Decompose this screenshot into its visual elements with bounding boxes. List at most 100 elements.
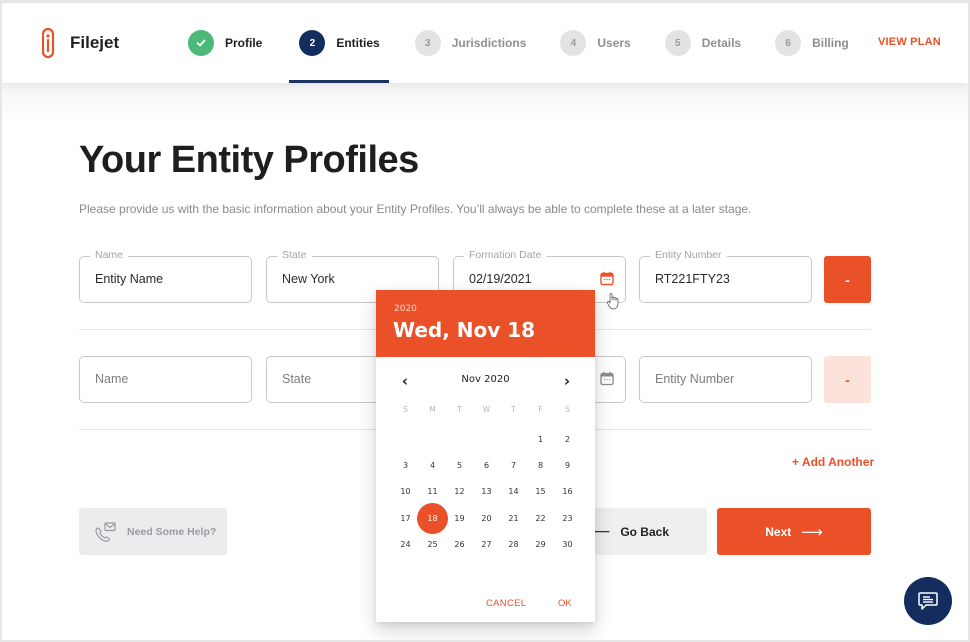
day-number: 28 xyxy=(508,539,519,549)
ok-button[interactable]: OK xyxy=(558,598,572,609)
day-number: 26 xyxy=(454,539,465,549)
calendar-day[interactable]: 13 xyxy=(473,479,500,505)
day-number: 15 xyxy=(535,487,546,497)
hand-cursor-icon xyxy=(606,293,619,310)
calendar-week: 17 18 19 20 21 22 23 xyxy=(392,502,581,535)
check-icon xyxy=(188,30,214,56)
entity-2-entity-number-field[interactable]: Entity Number xyxy=(639,356,812,403)
calendar-day[interactable]: 14 xyxy=(500,479,527,505)
day-number: 24 xyxy=(400,539,411,549)
calendar-empty-cell xyxy=(500,426,527,452)
day-number: 23 xyxy=(562,513,573,523)
calendar-icon[interactable] xyxy=(600,271,614,286)
calendar-day[interactable]: 17 xyxy=(392,505,419,531)
arrow-right-icon: ⟶ xyxy=(801,523,823,541)
step-label: Details xyxy=(701,36,742,50)
calendar-day[interactable]: 10 xyxy=(392,479,419,505)
day-number: 9 xyxy=(564,460,571,470)
calendar-day[interactable]: 1 xyxy=(527,426,554,452)
page-title: Your Entity Profiles xyxy=(79,139,419,181)
calendar-day[interactable]: 7 xyxy=(500,452,527,478)
calendar-day[interactable]: 23 xyxy=(554,505,581,531)
calendar-day[interactable]: 30 xyxy=(554,531,581,557)
calendar-day[interactable]: 22 xyxy=(527,505,554,531)
header-shadow xyxy=(2,83,968,123)
next-button[interactable]: Next ⟶ xyxy=(717,508,871,555)
calendar-day[interactable]: 5 xyxy=(446,452,473,478)
calendar-day[interactable]: 28 xyxy=(500,531,527,557)
step-number: 3 xyxy=(414,30,441,56)
cancel-button[interactable]: CANCEL xyxy=(486,598,526,609)
calendar-empty-cell xyxy=(392,426,419,452)
day-number: 10 xyxy=(400,487,411,497)
field-placeholder: Entity Number xyxy=(655,372,735,386)
remove-entity-1-button[interactable]: - xyxy=(824,256,871,303)
day-number: 18 xyxy=(427,513,438,523)
chat-button[interactable] xyxy=(904,577,952,625)
weekday-label: W xyxy=(482,405,491,414)
calendar-day[interactable]: 9 xyxy=(554,452,581,478)
step-details[interactable]: 5 Details xyxy=(664,28,742,58)
calendar-day[interactable]: 19 xyxy=(446,505,473,531)
need-help-label: Need Some Help? xyxy=(127,525,217,538)
date-picker-header: 2020 Wed, Nov 18 xyxy=(376,290,595,357)
date-picker: 2020 Wed, Nov 18 ‹ Nov 2020 › SMTWTFS 12… xyxy=(376,290,595,622)
field-label: State xyxy=(277,249,312,261)
step-label: Users xyxy=(597,36,631,50)
step-entities[interactable]: 2 Entities xyxy=(299,28,380,58)
calendar-empty-cell xyxy=(473,426,500,452)
entity-1-name-field[interactable]: Name Entity Name xyxy=(79,249,252,303)
weekday-label: S xyxy=(565,405,570,414)
calendar-day[interactable]: 12 xyxy=(446,479,473,505)
calendar-day[interactable]: 27 xyxy=(473,531,500,557)
step-number: 5 xyxy=(664,30,691,56)
calendar-day[interactable]: 15 xyxy=(527,479,554,505)
add-another-link[interactable]: + Add Another xyxy=(792,455,874,469)
calendar-empty-cell xyxy=(419,426,446,452)
entity-2-name-field[interactable]: Name xyxy=(79,356,252,403)
phone-mail-icon xyxy=(95,521,116,542)
view-plan-link[interactable]: VIEW PLAN xyxy=(878,36,941,48)
calendar-day-selected[interactable]: 18 xyxy=(417,502,448,535)
calendar-week: 3 4 5 6 7 8 9 xyxy=(392,452,581,478)
calendar-day[interactable]: 6 xyxy=(473,452,500,478)
day-number: 19 xyxy=(454,513,465,523)
day-number: 20 xyxy=(481,513,492,523)
day-number: 11 xyxy=(427,487,438,497)
calendar-day[interactable]: 16 xyxy=(554,479,581,505)
step-billing[interactable]: 6 Billing xyxy=(775,28,849,58)
weekday-label: M xyxy=(429,405,436,414)
calendar-day[interactable]: 26 xyxy=(446,531,473,557)
remove-entity-2-button[interactable]: - xyxy=(824,356,871,403)
calendar-day[interactable]: 4 xyxy=(419,452,446,478)
app-window: Filejet Profile 2 Entities 3 Jurisdictio… xyxy=(2,3,968,640)
date-picker-year[interactable]: 2020 xyxy=(394,304,417,314)
step-profile[interactable]: Profile xyxy=(188,28,262,58)
step-jurisdictions[interactable]: 3 Jurisdictions xyxy=(414,28,526,58)
chevron-right-icon[interactable]: › xyxy=(558,372,576,390)
weekday-headers: SMTWTFS xyxy=(392,405,581,414)
weekday-label: T xyxy=(511,405,516,414)
calendar-day[interactable]: 2 xyxy=(554,426,581,452)
top-navigation: Filejet Profile 2 Entities 3 Jurisdictio… xyxy=(2,3,968,83)
day-number: 7 xyxy=(510,460,517,470)
calendar-day[interactable]: 20 xyxy=(473,505,500,531)
calendar-day[interactable]: 24 xyxy=(392,531,419,557)
month-navigation: ‹ Nov 2020 › xyxy=(376,372,595,390)
calendar-days: 1 2 3 4 5 6 7 8 9 10 11 12 13 14 15 16 17 18 19 20 21 22 23 24 2… xyxy=(392,426,581,557)
step-number: 2 xyxy=(299,30,326,56)
need-help-button[interactable]: Need Some Help? xyxy=(79,508,227,555)
logo[interactable]: Filejet xyxy=(38,26,119,60)
calendar-day[interactable]: 8 xyxy=(527,452,554,478)
calendar-day[interactable]: 3 xyxy=(392,452,419,478)
calendar-day[interactable]: 11 xyxy=(419,479,446,505)
calendar-day[interactable]: 29 xyxy=(527,531,554,557)
step-users[interactable]: 4 Users xyxy=(560,28,631,58)
app-name: Filejet xyxy=(70,33,120,52)
calendar-day[interactable]: 25 xyxy=(419,531,446,557)
calendar-icon[interactable] xyxy=(600,371,614,386)
calendar-day[interactable]: 21 xyxy=(500,505,527,531)
day-number: 2 xyxy=(564,434,571,444)
day-number: 16 xyxy=(562,487,573,497)
entity-1-entity-number-field[interactable]: Entity Number RT221FTY23 xyxy=(639,249,812,303)
